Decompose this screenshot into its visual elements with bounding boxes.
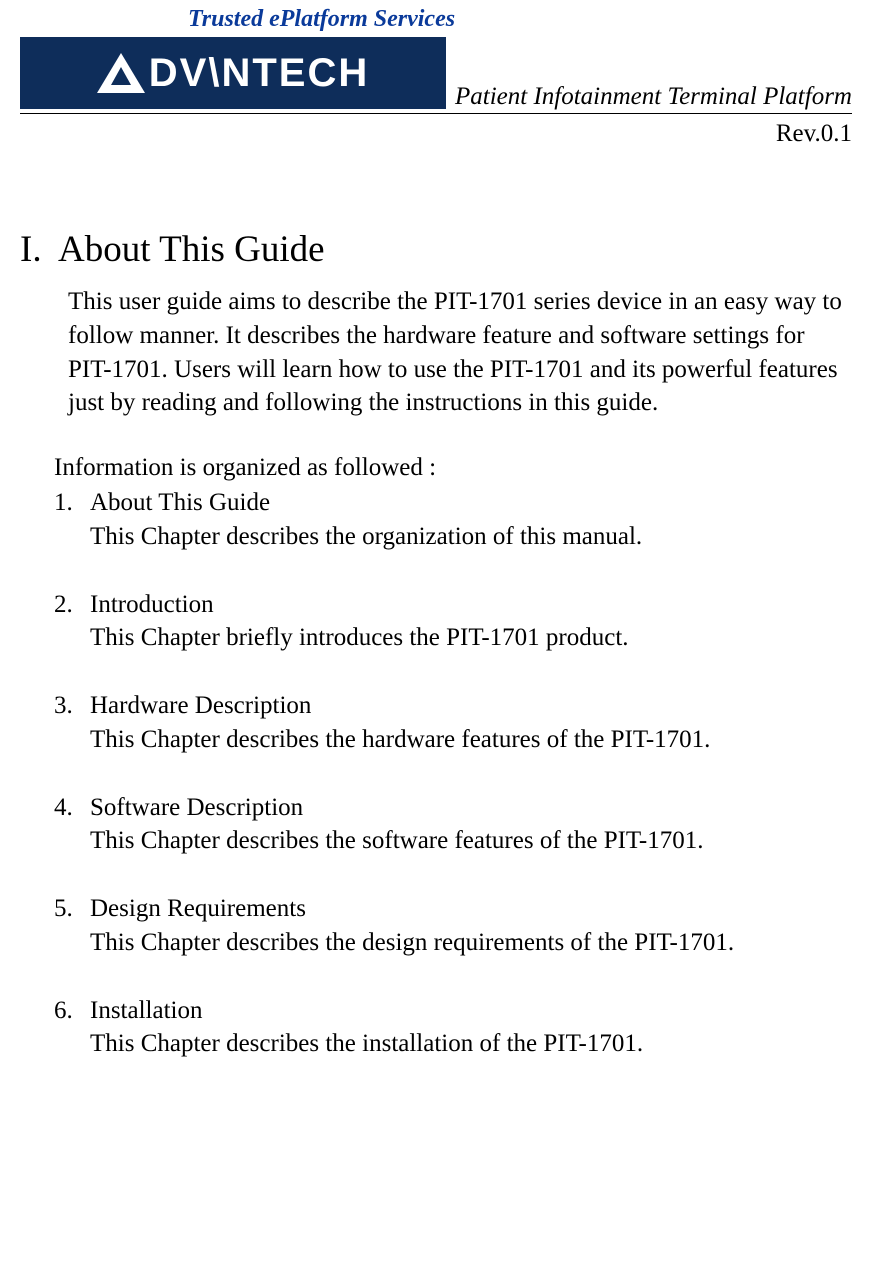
list-item: Installation This Chapter describes the …: [54, 994, 852, 1062]
logo-label: DV\NTECH: [149, 51, 369, 96]
chapter-desc: This Chapter describes the software feat…: [90, 824, 852, 858]
chapter-title: Installation: [90, 994, 852, 1028]
tagline: Trusted ePlatform Services: [188, 6, 852, 33]
list-item: Hardware Description This Chapter descri…: [54, 689, 852, 757]
section-heading: I. About This Guide: [20, 228, 852, 271]
chapter-title: Design Requirements: [90, 892, 852, 926]
list-item: About This Guide This Chapter describes …: [54, 486, 852, 554]
advantech-logo: DV\NTECH: [20, 37, 446, 109]
chapter-title: Software Description: [90, 791, 852, 825]
document-title: Patient Infotainment Terminal Platform: [446, 83, 852, 111]
chapter-desc: This Chapter describes the installation …: [90, 1027, 852, 1061]
organization-intro: Information is organized as followed :: [54, 454, 852, 482]
intro-paragraph: This user guide aims to describe the PIT…: [68, 285, 852, 420]
revision-label: Rev.0.1: [20, 120, 852, 148]
document-page: Trusted ePlatform Services DV\NTECH Pati…: [0, 6, 872, 1101]
divider: [20, 113, 852, 114]
chapter-desc: This Chapter describes the design requir…: [90, 926, 852, 960]
list-item: Introduction This Chapter briefly introd…: [54, 588, 852, 656]
chapter-list: About This Guide This Chapter describes …: [54, 486, 852, 1061]
section-title: About This Guide: [58, 229, 325, 270]
logo-a-icon: [97, 53, 145, 93]
list-item: Design Requirements This Chapter describ…: [54, 892, 852, 960]
header-row: DV\NTECH Patient Infotainment Terminal P…: [20, 37, 852, 111]
logo-text: DV\NTECH: [97, 51, 369, 96]
chapter-desc: This Chapter briefly introduces the PIT-…: [90, 621, 852, 655]
chapter-desc: This Chapter describes the organization …: [90, 520, 852, 554]
chapter-title: Hardware Description: [90, 689, 852, 723]
list-item: Software Description This Chapter descri…: [54, 791, 852, 859]
chapter-title: Introduction: [90, 588, 852, 622]
section-number: I.: [20, 229, 42, 270]
chapter-desc: This Chapter describes the hardware feat…: [90, 723, 852, 757]
chapter-title: About This Guide: [90, 486, 852, 520]
